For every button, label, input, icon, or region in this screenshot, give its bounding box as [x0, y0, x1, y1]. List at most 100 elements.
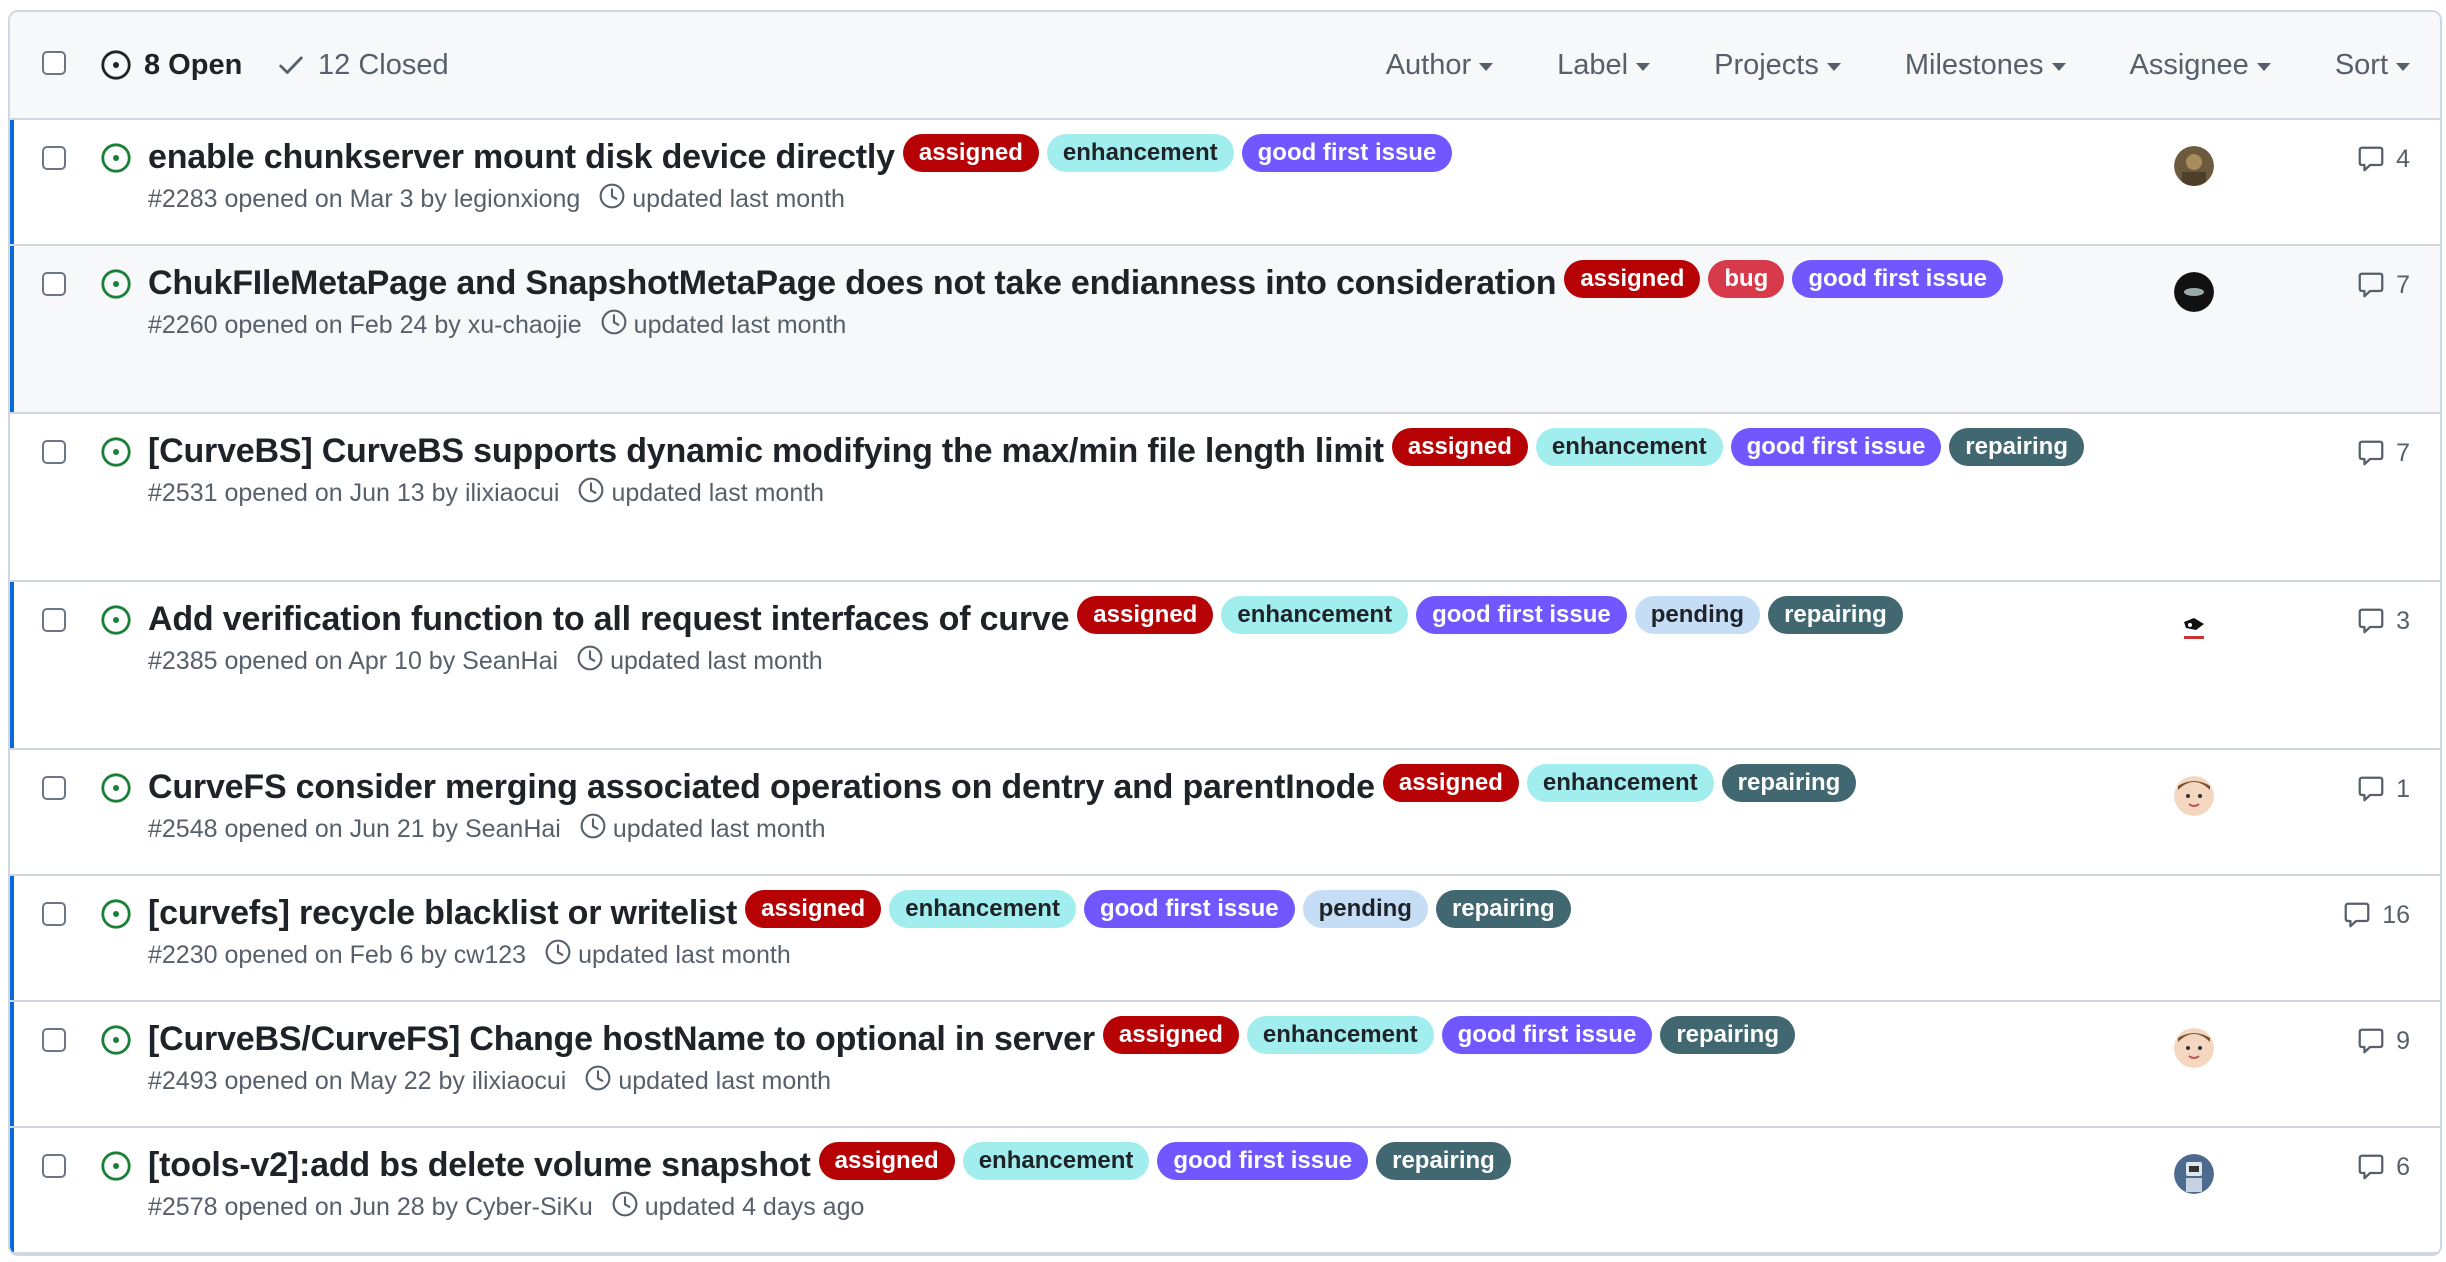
clock-icon	[544, 938, 572, 973]
issue-title-link[interactable]: [CurveBS/CurveFS] Change hostName to opt…	[148, 1020, 1095, 1058]
label-repairing[interactable]: repairing	[1768, 596, 1903, 634]
issue-title-line: [CurveBS/CurveFS] Change hostName to opt…	[148, 1016, 2148, 1062]
issue-checkbox[interactable]	[42, 440, 66, 464]
label-pending[interactable]: pending	[1302, 890, 1428, 928]
closed-issues-filter[interactable]: 12 Closed	[276, 12, 449, 118]
label-good-first-issue[interactable]: good first issue	[1157, 1142, 1369, 1180]
label-assigned[interactable]: assigned	[902, 134, 1039, 172]
issue-open-icon	[100, 898, 132, 935]
label-enhancement[interactable]: enhancement	[1535, 428, 1723, 466]
caret-down-icon	[2396, 63, 2410, 71]
label-filter[interactable]: Label	[1557, 49, 1651, 82]
label-good-first-issue[interactable]: good first issue	[1792, 260, 2004, 298]
issue-row[interactable]: [curvefs] recycle blacklist or writelist…	[10, 876, 2440, 1002]
label-repairing[interactable]: repairing	[1721, 764, 1857, 802]
comment-count-link[interactable]: 7	[2356, 270, 2410, 300]
issue-row[interactable]: Add verification function to all request…	[10, 582, 2440, 750]
label-assigned[interactable]: assigned	[818, 1142, 955, 1180]
comment-count-link[interactable]: 6	[2356, 1152, 2410, 1182]
issue-updated: updated last month	[612, 815, 826, 843]
assignee-avatar[interactable]	[2174, 1028, 2214, 1068]
issue-checkbox[interactable]	[42, 146, 66, 170]
issue-checkbox[interactable]	[42, 272, 66, 296]
clock-icon	[577, 476, 605, 511]
select-all-checkbox[interactable]	[42, 51, 66, 75]
issue-title-link[interactable]: [curvefs] recycle blacklist or writelist	[148, 894, 737, 932]
issue-title-link[interactable]: [tools-v2]:add bs delete volume snapshot	[148, 1146, 811, 1184]
label-enhancement[interactable]: enhancement	[1046, 134, 1234, 172]
label-good-first-issue[interactable]: good first issue	[1441, 1016, 1653, 1054]
issue-open-icon	[101, 50, 131, 80]
assignee-avatar[interactable]	[2174, 272, 2214, 312]
comment-count-link[interactable]: 4	[2356, 144, 2410, 174]
issue-checkbox[interactable]	[42, 1028, 66, 1052]
caret-down-icon	[1636, 63, 1651, 71]
issue-title-link[interactable]: Add verification function to all request…	[148, 600, 1069, 638]
label-enhancement[interactable]: enhancement	[889, 890, 1076, 928]
issue-checkbox[interactable]	[42, 902, 66, 926]
label-repairing[interactable]: repairing	[1949, 428, 2084, 466]
issue-content: [tools-v2]:add bs delete volume snapshot…	[148, 1142, 2148, 1225]
issue-open-icon	[100, 436, 132, 473]
assignee-avatar[interactable]	[2174, 146, 2214, 186]
assignee-avatar[interactable]	[2174, 608, 2214, 648]
issue-row[interactable]: ChukFIleMetaPage and SnapshotMetaPage do…	[10, 246, 2440, 414]
label-repairing[interactable]: repairing	[1435, 890, 1571, 928]
issue-meta: #2493 opened on May 22 by ilixiaocui upda…	[148, 1064, 2148, 1099]
clock-icon	[598, 182, 626, 217]
issue-opened-info: #2260 opened on Feb 24 by xu-chaojie	[148, 311, 582, 339]
author-filter[interactable]: Author	[1386, 49, 1494, 82]
label-assigned[interactable]: assigned	[1077, 596, 1214, 634]
label-assigned[interactable]: assigned	[745, 890, 882, 928]
assignee-filter[interactable]: Assignee	[2130, 49, 2271, 82]
issue-row[interactable]: [tools-v2]:add bs delete volume snapshot…	[10, 1128, 2440, 1254]
assignee-avatar[interactable]	[2174, 1154, 2214, 1194]
label-good-first-issue[interactable]: good first issue	[1416, 596, 1627, 634]
issue-title-link[interactable]: [CurveBS] CurveBS supports dynamic modif…	[148, 432, 1384, 470]
issue-title-line: Add verification function to all request…	[148, 596, 2148, 642]
label-good-first-issue[interactable]: good first issue	[1730, 428, 1942, 466]
milestones-filter[interactable]: Milestones	[1905, 49, 2066, 82]
issue-row[interactable]: [CurveBS/CurveFS] Change hostName to opt…	[10, 1002, 2440, 1128]
comment-count-link[interactable]: 3	[2356, 606, 2410, 636]
sort-filter[interactable]: Sort	[2335, 49, 2410, 82]
label-enhancement[interactable]: enhancement	[1246, 1016, 1434, 1054]
comment-count-link[interactable]: 7	[2356, 438, 2410, 468]
label-repairing[interactable]: repairing	[1660, 1016, 1796, 1054]
label-assigned[interactable]: assigned	[1382, 764, 1519, 802]
issue-row[interactable]: [CurveBS] CurveBS supports dynamic modif…	[10, 414, 2440, 582]
comment-icon	[2344, 902, 2370, 928]
comment-count-link[interactable]: 9	[2356, 1026, 2410, 1056]
issue-row[interactable]: enable chunkserver mount disk device dir…	[10, 120, 2440, 246]
issue-title-link[interactable]: ChukFIleMetaPage and SnapshotMetaPage do…	[148, 264, 1557, 302]
closed-count: 12 Closed	[318, 48, 449, 81]
issue-title-link[interactable]: enable chunkserver mount disk device dir…	[148, 138, 895, 176]
label-enhancement[interactable]: enhancement	[962, 1142, 1150, 1180]
issue-checkbox[interactable]	[42, 608, 66, 632]
open-issues-filter[interactable]: 8 Open	[100, 12, 242, 118]
issue-content: [CurveBS] CurveBS supports dynamic modif…	[148, 428, 2148, 511]
label-good-first-issue[interactable]: good first issue	[1083, 890, 1295, 928]
issue-checkbox[interactable]	[42, 776, 66, 800]
label-assigned[interactable]: assigned	[1564, 260, 1701, 298]
label-enhancement[interactable]: enhancement	[1221, 596, 1409, 634]
label-assigned[interactable]: assigned	[1391, 428, 1528, 466]
label-pending[interactable]: pending	[1634, 596, 1761, 634]
issue-title-line: enable chunkserver mount disk device dir…	[148, 134, 2148, 180]
issue-updated: updated last month	[632, 185, 845, 213]
issue-row[interactable]: CurveFS consider merging associated oper…	[10, 750, 2440, 876]
issue-checkbox[interactable]	[42, 1154, 66, 1178]
comment-icon	[2358, 440, 2384, 466]
label-bug[interactable]: bug	[1708, 260, 1785, 298]
label-enhancement[interactable]: enhancement	[1526, 764, 1714, 802]
label-repairing[interactable]: repairing	[1376, 1142, 1511, 1180]
assignee-avatar[interactable]	[2174, 776, 2214, 816]
issue-content: ChukFIleMetaPage and SnapshotMetaPage do…	[148, 260, 2148, 343]
comment-count-link[interactable]: 1	[2356, 774, 2410, 804]
caret-down-icon	[2256, 63, 2271, 71]
issue-title-link[interactable]: CurveFS consider merging associated oper…	[148, 768, 1375, 806]
label-good-first-issue[interactable]: good first issue	[1241, 134, 1453, 172]
comment-count-link[interactable]: 16	[2342, 900, 2410, 930]
projects-filter[interactable]: Projects	[1714, 49, 1841, 82]
label-assigned[interactable]: assigned	[1102, 1016, 1239, 1054]
